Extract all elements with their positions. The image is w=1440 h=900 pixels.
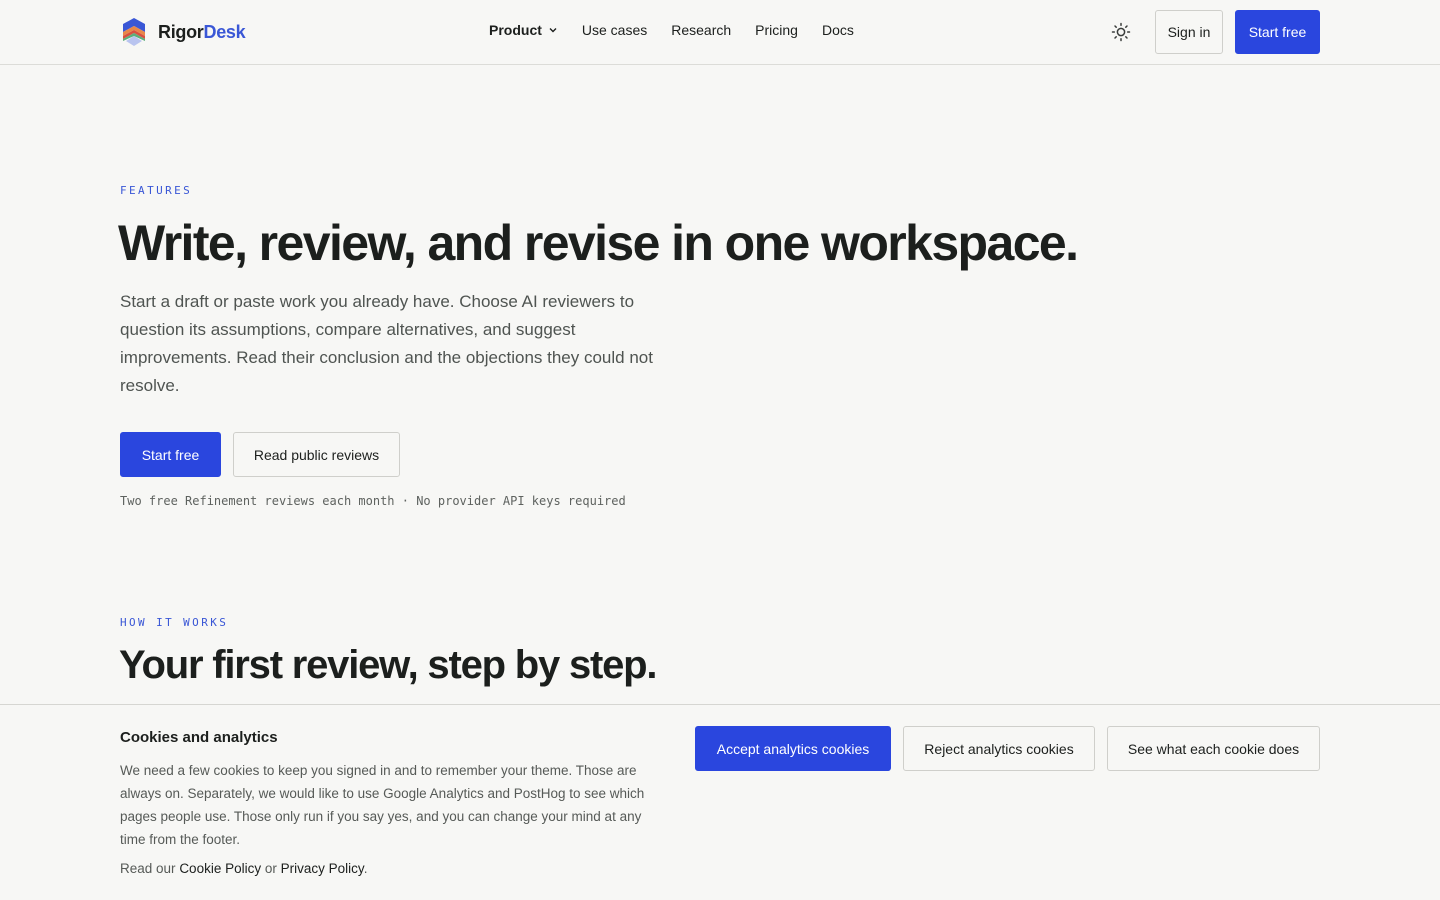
cookie-banner-title: Cookies and analytics xyxy=(120,729,278,746)
theme-toggle-button[interactable] xyxy=(1109,20,1133,44)
nav-item-label: Pricing xyxy=(755,22,798,38)
links-or: or xyxy=(264,861,277,876)
nav-item-label: Use cases xyxy=(581,22,648,38)
start-free-header-button[interactable]: Start free xyxy=(1235,10,1320,54)
nav-item-product[interactable]: Product xyxy=(489,22,558,38)
links-suffix: . xyxy=(363,861,368,876)
nav-item-research[interactable]: Research xyxy=(671,22,731,38)
reject-analytics-cookies-button[interactable]: Reject analytics cookies xyxy=(903,726,1095,771)
chevron-down-icon xyxy=(549,28,557,33)
hero-description: Start a draft or paste work you already … xyxy=(120,292,653,395)
cookie-consent-banner: Cookies and analytics We need a few cook… xyxy=(0,704,1440,900)
layered-chevron-logo-icon xyxy=(123,18,145,46)
brand-name: RigorDesk xyxy=(158,21,246,43)
brand-name-part2: Desk xyxy=(203,21,246,42)
sun-icon xyxy=(1111,22,1131,42)
how-it-works-title: Your first review, step by step. xyxy=(119,643,658,687)
hero-title: Write, review, and revise in one workspa… xyxy=(118,215,1079,271)
nav-item-label: Product xyxy=(489,22,542,38)
cookie-banner-body: We need a few cookies to keep you signed… xyxy=(120,763,645,847)
top-navigation-bar: RigorDesk Product Use cases Research Pri… xyxy=(0,0,1440,65)
nav-item-label: Research xyxy=(671,22,732,38)
how-it-works-eyebrow: HOW IT WORKS xyxy=(120,616,229,629)
cookie-details-button[interactable]: See what each cookie does xyxy=(1107,726,1320,771)
cookie-policy-link[interactable]: Cookie Policy xyxy=(179,861,261,876)
privacy-policy-link[interactable]: Privacy Policy xyxy=(281,861,364,876)
nav-item-pricing[interactable]: Pricing xyxy=(755,22,798,38)
start-free-button[interactable]: Start free xyxy=(120,432,221,477)
nav-item-use-cases[interactable]: Use cases xyxy=(582,22,647,38)
features-eyebrow: FEATURES xyxy=(120,184,193,197)
brand-logo-link[interactable]: RigorDesk xyxy=(120,16,246,48)
brand-name-part1: Rigor xyxy=(158,21,204,42)
nav-item-label: Docs xyxy=(821,22,854,38)
main-nav: Product Use cases Research Pricing Docs xyxy=(489,22,878,38)
cookie-policy-links: Read our Cookie Policy or Privacy Policy… xyxy=(120,861,367,876)
hero-note: Two free Refinement reviews each month ·… xyxy=(120,494,626,508)
links-prefix: Read our xyxy=(120,861,176,876)
read-public-reviews-button[interactable]: Read public reviews xyxy=(233,432,400,477)
accept-analytics-cookies-button[interactable]: Accept analytics cookies xyxy=(695,726,891,771)
nav-item-docs[interactable]: Docs xyxy=(822,22,854,38)
sign-in-button[interactable]: Sign in xyxy=(1155,10,1223,54)
